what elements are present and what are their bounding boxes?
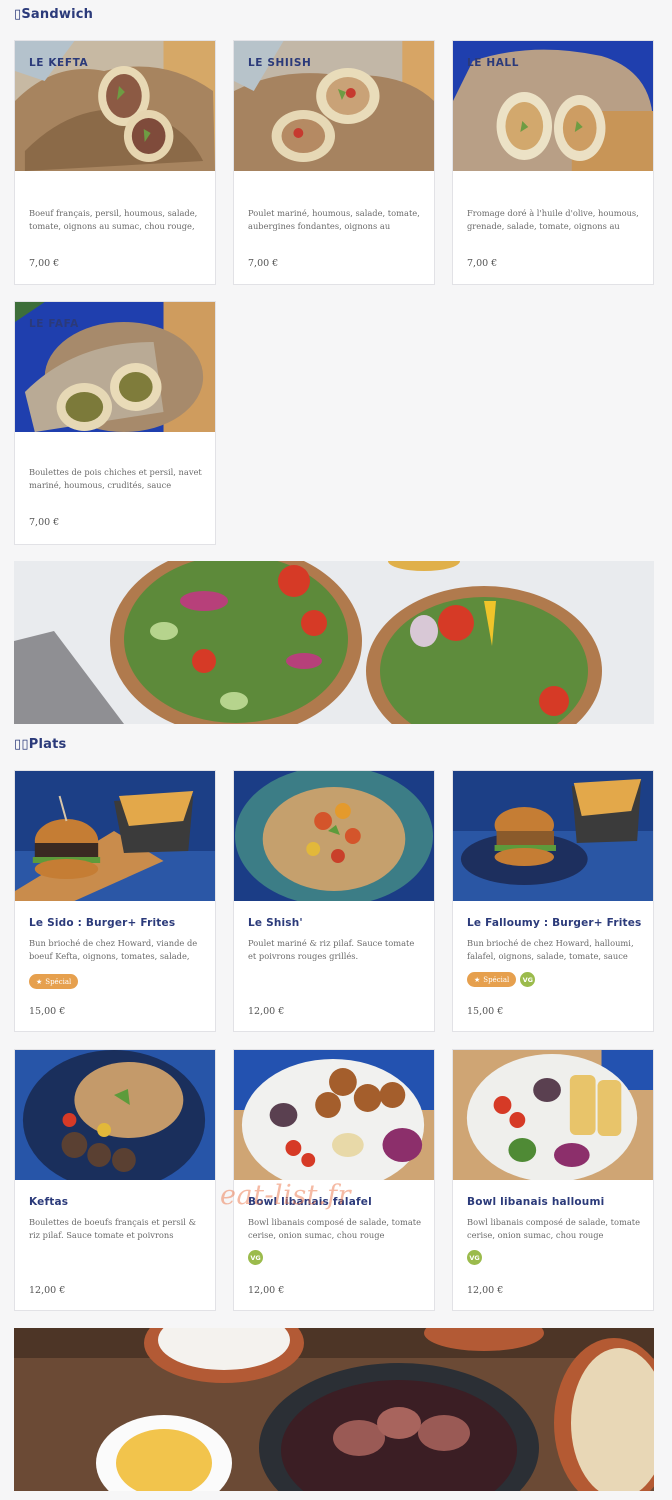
item-price: 15,00 € [29, 1006, 66, 1017]
item-name: Le Falloumy : Burger+ Frites [467, 917, 642, 929]
item-description: Poulet mariné, houmous, salade, tomate, … [248, 208, 420, 231]
star-icon: ★ [474, 975, 481, 984]
burger-photo [15, 771, 215, 901]
item-badges: VG [467, 1250, 482, 1265]
item-description: Boeuf français, persil, houmous, salade,… [29, 208, 198, 231]
item-badges: VG [248, 1250, 263, 1265]
item-description: Boulettes de pois chiches et persil, nav… [29, 467, 202, 490]
plate-icon: ▯▯ [14, 737, 29, 752]
item-name: Keftas [29, 1196, 69, 1208]
falafel-bowl-photo [234, 1050, 434, 1180]
item-price: 7,00 € [29, 517, 60, 528]
item-price: 7,00 € [467, 258, 498, 269]
dishes-banner-image [14, 1328, 654, 1491]
salad-banner-image [14, 561, 654, 724]
item-price: 12,00 € [248, 1285, 285, 1296]
item-price: 12,00 € [29, 1285, 66, 1296]
special-badge: ★ Spécial [29, 974, 79, 989]
item-name: LE FAFA [29, 318, 79, 330]
item-description: Boulettes de boeufs français et persil &… [29, 1217, 196, 1240]
vegetarian-badge: VG [520, 972, 536, 987]
vegetarian-badge: VG [467, 1250, 482, 1265]
item-price: 15,00 € [467, 1006, 504, 1017]
item-badges: ★ Spécial VG [467, 972, 536, 987]
item-description: Bun brioché de chez Howard, halloumi, fa… [467, 938, 634, 961]
item-name: LE SHIISH [248, 57, 312, 69]
menu-item-card[interactable]: LE HALL Fromage doré à l'huile d'olive, … [452, 40, 654, 285]
menu-item-card[interactable]: LE KEFTA Boeuf français, persil, houmous… [14, 40, 216, 285]
section-title-sandwich: ▯Sandwich [14, 7, 94, 22]
item-price: 7,00 € [29, 258, 60, 269]
item-description: Bowl libanais composé de salade, tomate … [467, 1217, 641, 1240]
item-description: Bowl libanais composé de salade, tomate … [248, 1217, 422, 1240]
item-price: 12,00 € [248, 1006, 285, 1017]
menu-item-card[interactable]: Le Sido : Burger+ Frites Bun brioché de … [14, 770, 216, 1032]
halloumi-bowl-photo [453, 1050, 653, 1180]
item-price: 12,00 € [467, 1285, 504, 1296]
menu-item-card[interactable]: Le Shish' Poulet mariné & riz pilaf. Sau… [233, 770, 435, 1032]
item-name: Bowl libanais halloumi [467, 1196, 605, 1208]
star-icon: ★ [36, 977, 43, 986]
burger-photo [453, 771, 653, 901]
kefta-plate-photo [15, 1050, 215, 1180]
special-badge: ★ Spécial [467, 972, 517, 987]
menu-item-card[interactable]: LE SHIISH Poulet mariné, houmous, salade… [233, 40, 435, 285]
menu-item-card[interactable]: Le Falloumy : Burger+ Frites Bun brioché… [452, 770, 654, 1032]
item-description: Bun brioché de chez Howard, viande de bo… [29, 938, 198, 961]
menu-item-card[interactable]: Bowl libanais halloumi Bowl libanais com… [452, 1049, 654, 1311]
item-badges: ★ Spécial [29, 974, 79, 989]
item-description: Poulet mariné & riz pilaf. Sauce tomate … [248, 938, 415, 961]
item-name: LE KEFTA [29, 57, 89, 69]
vegetarian-badge: VG [248, 1250, 263, 1265]
watermark: eat-list.fr [220, 1180, 352, 1211]
item-price: 7,00 € [248, 258, 279, 269]
item-description: Fromage doré à l'huile d'olive, houmous,… [467, 208, 639, 231]
item-name: LE HALL [467, 57, 520, 69]
section-title-plats: ▯▯Plats [14, 737, 67, 752]
item-name: Le Sido : Burger+ Frites [29, 917, 176, 929]
menu-item-card[interactable]: Keftas Boulettes de boeufs français et p… [14, 1049, 216, 1311]
rice-plate-photo [234, 771, 434, 901]
item-name: Le Shish' [248, 917, 303, 929]
menu-item-card[interactable]: LE FAFA Boulettes de pois chiches et per… [14, 301, 216, 545]
